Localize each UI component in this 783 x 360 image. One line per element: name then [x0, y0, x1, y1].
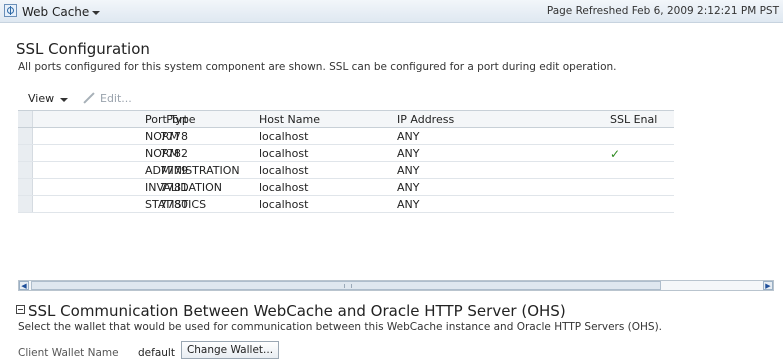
client-wallet-label: Client Wallet Name — [18, 347, 119, 359]
horizontal-scrollbar[interactable]: ◀ ▶ — [18, 280, 774, 291]
checkmark-icon: ✓ — [610, 147, 621, 161]
page-title: SSL Configuration — [16, 40, 150, 58]
pencil-icon — [83, 92, 95, 104]
chevron-down-icon[interactable] — [92, 11, 100, 15]
section-description: Select the wallet that would be used for… — [18, 321, 663, 333]
cell-port-type: NORM — [145, 130, 180, 143]
chevron-down-icon[interactable] — [60, 98, 68, 102]
ports-table: Port Port Type Host Name IP Address SSL … — [18, 110, 674, 221]
cell-ip-address: ANY — [397, 147, 420, 160]
row-header-cell — [18, 111, 33, 127]
scroll-right-icon[interactable]: ▶ — [763, 281, 773, 290]
table-row[interactable]: 7778 NORM localhost ANY — [18, 128, 674, 145]
cell-host-name: localhost — [259, 164, 309, 177]
row-selector[interactable] — [18, 145, 33, 161]
page-refreshed-text: Page Refreshed Feb 6, 2009 2:12:21 PM PS… — [546, 5, 779, 17]
row-selector[interactable] — [18, 128, 33, 144]
table-row[interactable]: 7780 STATISTICS localhost ANY — [18, 196, 674, 213]
cell-ip-address: ANY — [397, 181, 420, 194]
cell-ip-address: ANY — [397, 130, 420, 143]
web-cache-menu[interactable]: Web Cache — [22, 5, 89, 19]
row-selector[interactable] — [18, 196, 33, 212]
cell-ip-address: ANY — [397, 164, 420, 177]
table-header: Port Port Type Host Name IP Address SSL … — [18, 111, 674, 128]
cell-host-name: localhost — [259, 181, 309, 194]
cell-host-name: localhost — [259, 198, 309, 211]
scroll-thumb[interactable] — [31, 281, 661, 290]
edit-label: Edit... — [100, 92, 132, 105]
cell-port-type: INVALIDATION — [145, 181, 222, 194]
client-wallet-value: default — [138, 347, 175, 359]
scroll-left-icon[interactable]: ◀ — [19, 281, 29, 290]
column-header-host-name[interactable]: Host Name — [259, 113, 409, 126]
collapse-icon[interactable] — [16, 305, 25, 314]
view-menu[interactable]: View — [28, 92, 54, 105]
column-header-ssl-enabled[interactable]: SSL Enal — [610, 113, 670, 126]
cell-port-type: NORM — [145, 147, 180, 160]
cell-host-name: localhost — [259, 130, 309, 143]
cell-port-type: ADMINISTRATION — [145, 164, 240, 177]
table-row[interactable]: 7781 INVALIDATION localhost ANY — [18, 179, 674, 196]
change-wallet-button[interactable]: Change Wallet... — [181, 341, 279, 359]
section-title-text: SSL Communication Between WebCache and O… — [28, 302, 566, 320]
table-row[interactable]: 7779 ADMINISTRATION localhost ANY — [18, 162, 674, 179]
cell-host-name: localhost — [259, 147, 309, 160]
web-cache-icon — [4, 4, 17, 17]
grip-icon — [344, 284, 352, 288]
page-description: All ports configured for this system com… — [18, 61, 617, 73]
cell-port-type: STATISTICS — [145, 198, 207, 211]
column-header-ip-address[interactable]: IP Address — [397, 113, 537, 126]
column-header-port-type[interactable]: Port Type — [145, 113, 265, 126]
section-title-ohs[interactable]: SSL Communication Between WebCache and O… — [16, 302, 566, 320]
row-selector[interactable] — [18, 179, 33, 195]
top-bar: Web Cache Page Refreshed Feb 6, 2009 2:1… — [0, 0, 783, 23]
row-selector[interactable] — [18, 162, 33, 178]
cell-ip-address: ANY — [397, 198, 420, 211]
table-row[interactable]: 7782 NORM localhost ANY ✓ — [18, 145, 674, 162]
